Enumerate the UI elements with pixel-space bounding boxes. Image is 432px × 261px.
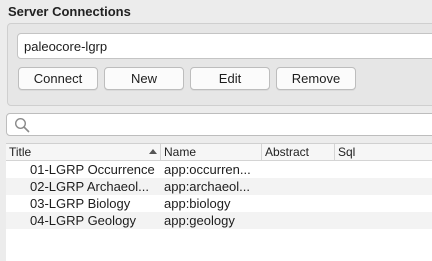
row-name: app:biology <box>164 196 231 211</box>
server-connections-title: Server Connections <box>8 4 131 19</box>
remove-button[interactable]: Remove <box>276 67 356 90</box>
row-title: 04-LGRP Geology <box>30 213 136 228</box>
row-name: app:archaeol... <box>164 179 251 194</box>
row-title: 02-LGRP Archaeol... <box>30 179 149 194</box>
layers-table: Title Name Abstract Sql 01-LGRP Occurren… <box>6 143 432 261</box>
search-input[interactable] <box>6 113 432 136</box>
sort-ascending-icon <box>149 149 157 154</box>
table-row[interactable]: 02-LGRP Archaeol... app:archaeol... <box>6 178 432 195</box>
row-name: app:occurren... <box>164 162 251 177</box>
row-title: 03-LGRP Biology <box>30 196 131 211</box>
table-row[interactable]: 01-LGRP Occurrence app:occurren... <box>6 161 432 178</box>
column-header-title[interactable]: Title <box>6 144 161 161</box>
table-row[interactable]: 04-LGRP Geology app:geology <box>6 212 432 229</box>
connection-select-value: paleocore-lgrp <box>24 39 108 54</box>
connect-button[interactable]: Connect <box>18 67 98 90</box>
new-button[interactable]: New <box>104 67 184 90</box>
connection-select[interactable]: paleocore-lgrp <box>17 33 432 59</box>
column-header-name[interactable]: Name <box>161 144 262 161</box>
column-header-sql[interactable]: Sql <box>335 144 432 161</box>
edit-button[interactable]: Edit <box>190 67 270 90</box>
row-title: 01-LGRP Occurrence <box>30 162 155 177</box>
row-name: app:geology <box>164 213 235 228</box>
table-row[interactable]: 03-LGRP Biology app:biology <box>6 195 432 212</box>
column-header-abstract[interactable]: Abstract <box>262 144 335 161</box>
table-header: Title Name Abstract Sql <box>6 144 432 161</box>
search-icon <box>14 117 30 133</box>
